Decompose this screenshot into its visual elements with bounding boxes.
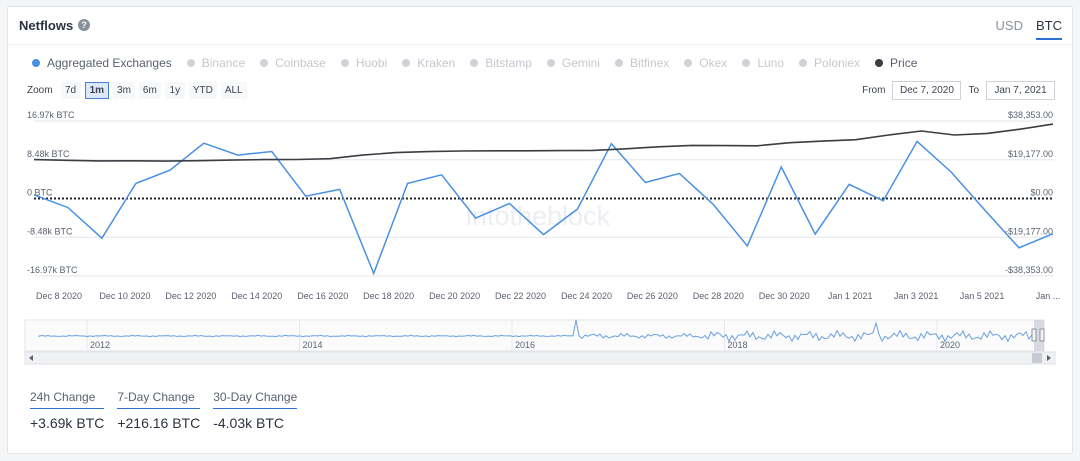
scrollbar-track (24, 351, 1056, 365)
x-axis-tick-label: Jan 1 2021 (828, 291, 873, 301)
stat-value: -4.03k BTC (213, 415, 285, 431)
navigator-tick-label: 2020 (940, 340, 960, 350)
stat-block: 24h Change +3.69k BTC (30, 390, 105, 431)
stat-label: 7-Day Change (117, 390, 201, 409)
left-axis-tick-label: 8.48k BTC (27, 149, 70, 159)
right-axis-tick-label: -$19,177.00 (1005, 226, 1053, 236)
x-axis-tick-label: Dec 8 2020 (36, 291, 82, 301)
series-line-price (33, 123, 1054, 162)
left-axis-tick-label: -16.97k BTC (27, 265, 78, 275)
right-axis-tick-label: $38,353.00 (1008, 110, 1053, 120)
right-axis-tick-label: $0.00 (1030, 188, 1053, 198)
watermark-text: intotheblock (466, 201, 611, 231)
x-axis-tick-label: Dec 24 2020 (561, 291, 612, 301)
stat-value: +216.16 BTC (117, 415, 201, 431)
netflows-card: Netflows ? USD BTC Aggregated Exchanges B… (7, 6, 1073, 454)
navigator-tick-label: 2014 (303, 340, 323, 350)
stat-label: 24h Change (30, 390, 105, 409)
navigator-tick-label: 2016 (515, 340, 535, 350)
stat-label: 30-Day Change (213, 390, 298, 409)
left-axis-tick-label: 0 BTC (27, 188, 53, 198)
navigator-handle-right (1039, 328, 1045, 342)
x-axis-tick-label: Jan ... (1036, 291, 1061, 301)
x-axis-tick-label: Dec 28 2020 (693, 291, 744, 301)
left-axis-tick-label: -8.48k BTC (27, 226, 73, 236)
x-axis-tick-label: Dec 18 2020 (363, 291, 414, 301)
x-axis-tick-label: Jan 3 2021 (894, 291, 939, 301)
x-axis-tick-label: Dec 20 2020 (429, 291, 480, 301)
x-axis-tick-label: Dec 14 2020 (231, 291, 282, 301)
x-axis-tick-label: Dec 16 2020 (297, 291, 348, 301)
navigator-handle-left (1031, 328, 1037, 342)
x-axis-tick-label: Dec 12 2020 (165, 291, 216, 301)
scrollbar-thumb (1032, 353, 1042, 363)
x-axis-tick-label: Dec 22 2020 (495, 291, 546, 301)
change-stats: 24h Change +3.69k BTC 7-Day Change +216.16 … (30, 390, 298, 431)
stat-block: 30-Day Change -4.03k BTC (213, 390, 298, 431)
x-axis-tick-label: Jan 5 2021 (960, 291, 1005, 301)
stat-value: +3.69k BTC (30, 415, 105, 431)
x-axis-tick-label: Dec 26 2020 (627, 291, 678, 301)
x-axis-tick-label: Dec 10 2020 (99, 291, 150, 301)
navigator-tick-label: 2018 (728, 340, 748, 350)
stat-block: 7-Day Change +216.16 BTC (117, 390, 201, 431)
x-axis-tick-label: Dec 30 2020 (759, 291, 810, 301)
netflows-chart: intotheblock 16.97k BTC 8.48k BTC 0 BTC -8.… (24, 110, 1061, 365)
navigator-tick-label: 2012 (90, 340, 110, 350)
right-axis-tick-label: $19,177.00 (1008, 149, 1053, 159)
left-axis-tick-label: 16.97k BTC (27, 110, 75, 120)
right-axis-tick-label: -$38,353.00 (1005, 265, 1053, 275)
